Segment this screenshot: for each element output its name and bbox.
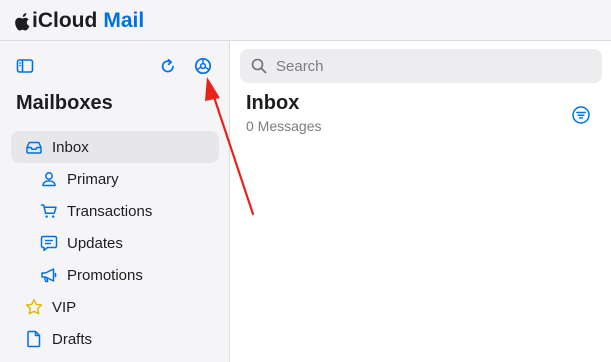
gear-icon (194, 57, 212, 75)
refresh-icon (161, 58, 174, 73)
document-icon (24, 329, 44, 349)
mailbox-drafts[interactable]: Drafts (11, 323, 219, 355)
filter-button[interactable] (570, 104, 592, 126)
mailbox-label: Updates (67, 234, 123, 252)
filter-icon (572, 106, 590, 124)
inbox-icon (24, 137, 44, 157)
mailbox-label: Promotions (67, 266, 143, 284)
mailbox-label: VIP (52, 298, 77, 316)
mailbox-vip[interactable]: VIP (11, 291, 219, 323)
mailbox-label: Primary (67, 170, 119, 188)
mailbox-title: Inbox (246, 92, 300, 114)
sidebar-toggle-button[interactable] (14, 55, 36, 77)
mailbox-promotions[interactable]: Promotions (11, 259, 219, 291)
brand-mail: Mail (103, 9, 145, 32)
message-count: 0 Messages (246, 118, 322, 134)
megaphone-icon (39, 265, 59, 285)
mailbox-label: Inbox (52, 138, 89, 156)
person-icon (39, 169, 59, 189)
search-input[interactable] (274, 56, 578, 76)
settings-button[interactable] (192, 55, 214, 77)
refresh-button[interactable] (157, 55, 179, 77)
app-brand[interactable]: iCloud Mail (15, 9, 144, 33)
top-bar: iCloud Mail (0, 0, 611, 41)
mailbox-transactions[interactable]: Transactions (11, 195, 219, 227)
message-list-pane: Inbox 0 Messages (230, 41, 611, 362)
mailbox-inbox[interactable]: Inbox (11, 131, 219, 163)
brand-icloud: iCloud (32, 9, 98, 32)
cart-icon (39, 201, 59, 221)
sidebar-toggle-icon (16, 59, 34, 73)
star-icon (24, 297, 44, 317)
message-icon (39, 233, 59, 253)
sidebar: Mailboxes Inbox Primary Transactions Upd… (0, 41, 230, 362)
mailbox-primary[interactable]: Primary (11, 163, 219, 195)
mailboxes-title: Mailboxes (16, 92, 113, 114)
mailbox-label: Transactions (67, 202, 153, 220)
mailbox-label: Drafts (52, 330, 93, 348)
apple-logo-icon (15, 12, 30, 30)
search-icon (251, 58, 267, 74)
search-bar[interactable] (240, 49, 602, 83)
mailbox-updates[interactable]: Updates (11, 227, 219, 259)
